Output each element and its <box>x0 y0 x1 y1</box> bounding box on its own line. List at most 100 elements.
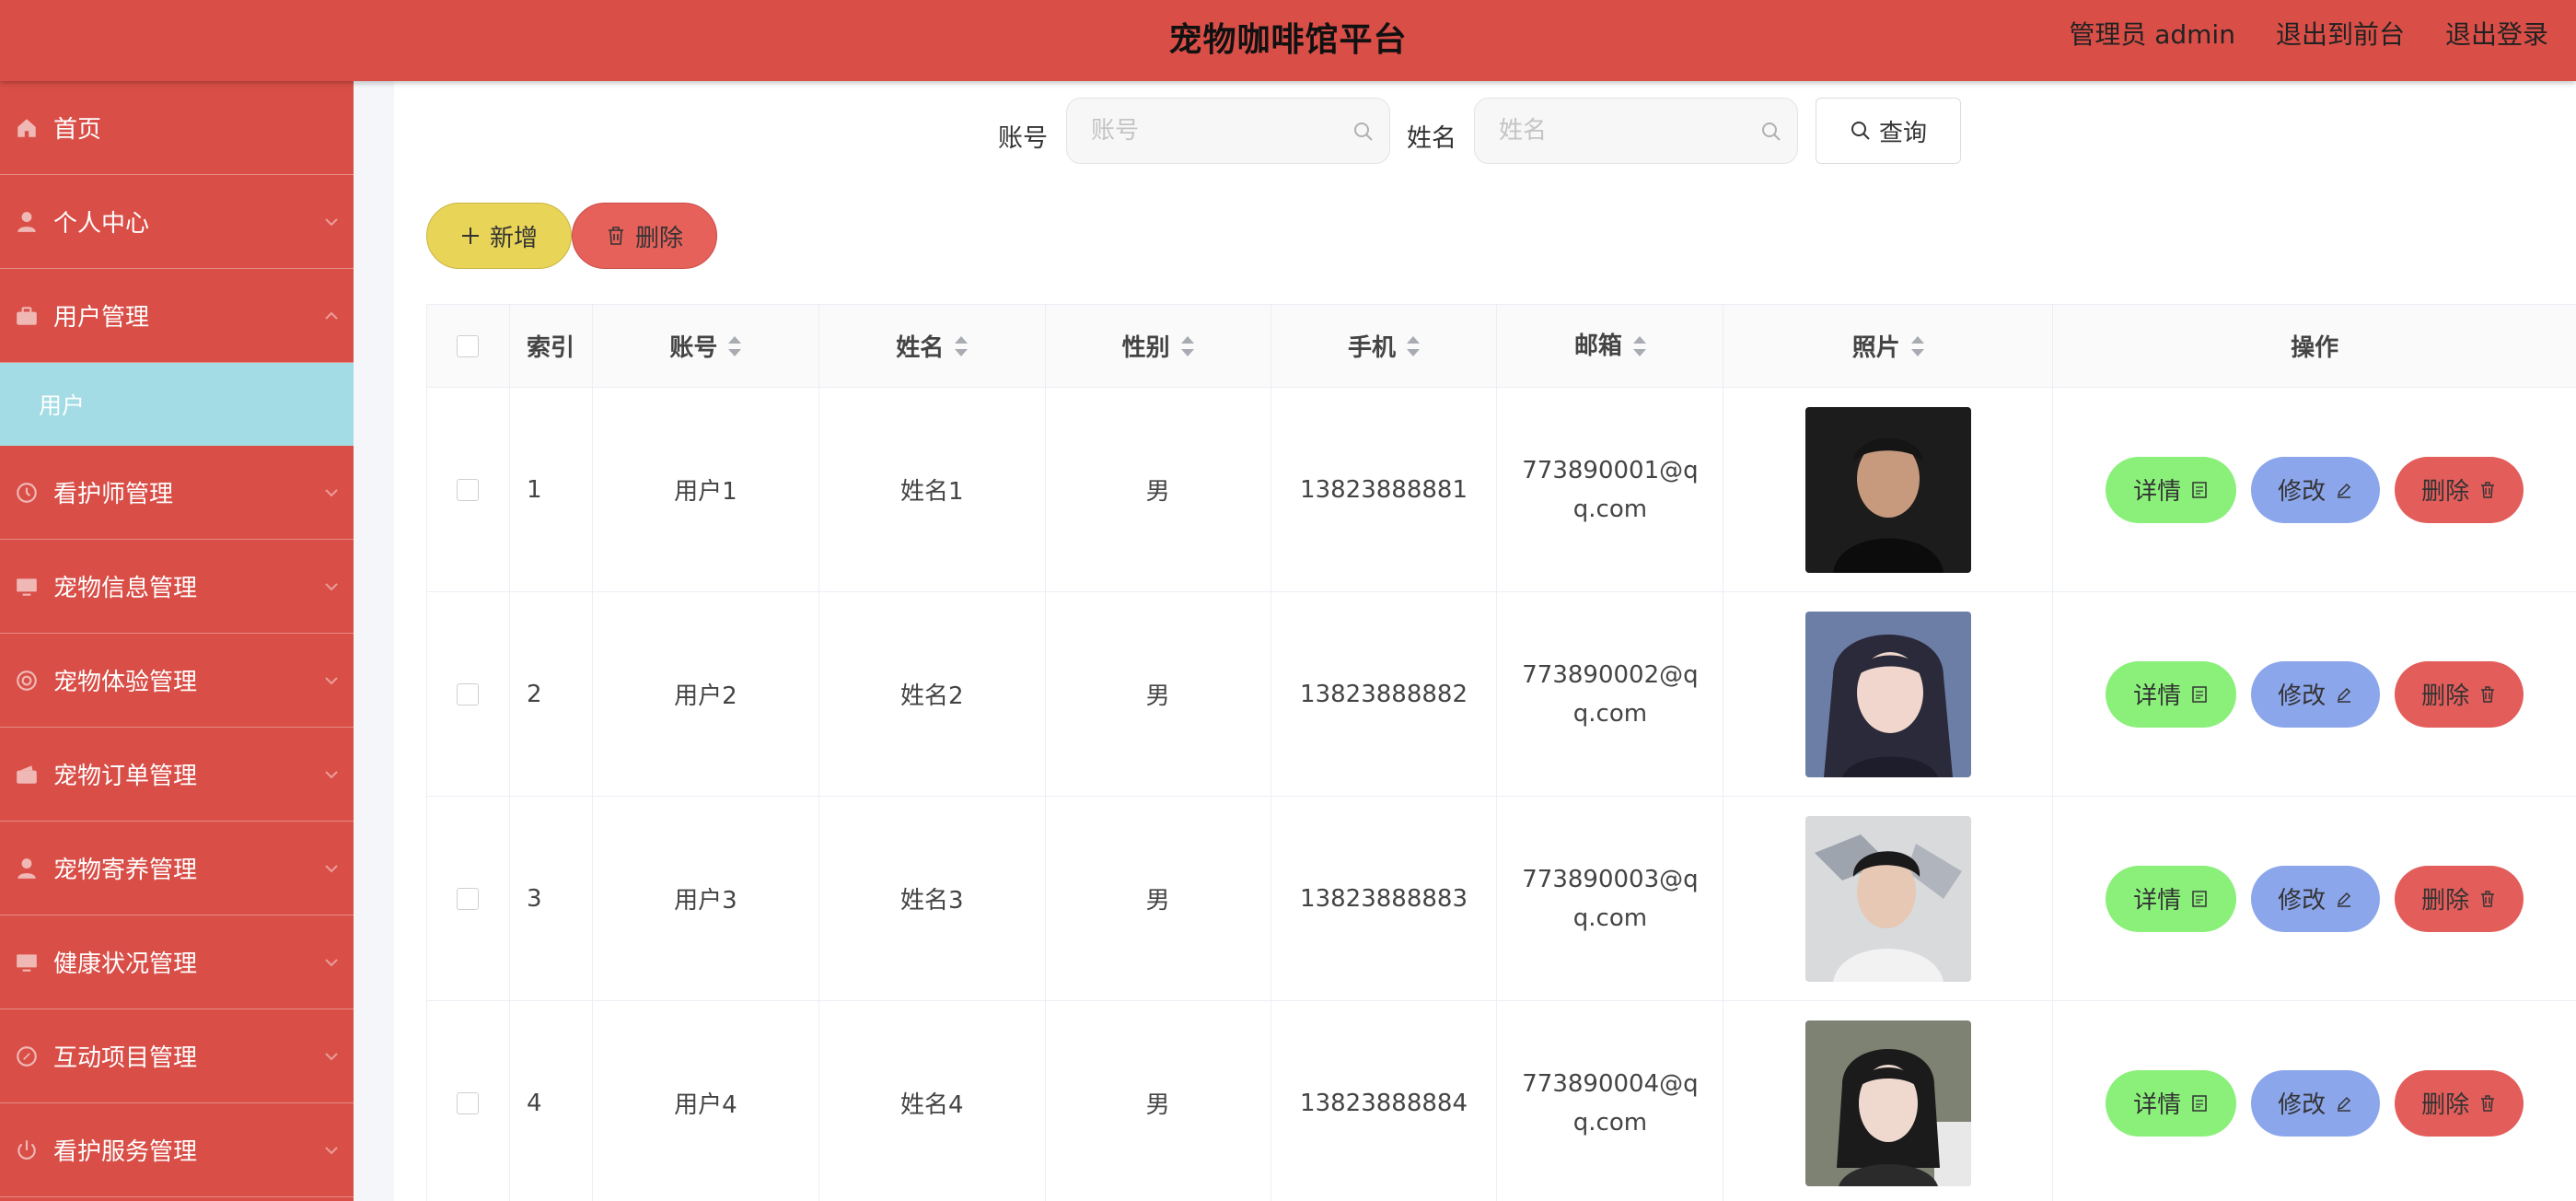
account-search-box <box>1066 98 1390 164</box>
edit-label: 修改 <box>2278 887 2327 915</box>
cell-index: 2 <box>510 592 593 796</box>
sidebar-subitem-users[interactable]: 用户 <box>0 363 354 446</box>
detail-button[interactable]: 详情 <box>2106 660 2237 728</box>
user-photo[interactable] <box>1804 611 1971 777</box>
row-checkbox[interactable] <box>457 887 480 910</box>
query-button-label: 查询 <box>1878 119 1927 147</box>
detail-button[interactable]: 详情 <box>2106 456 2237 523</box>
sidebar-item-caregiver-management[interactable]: 看护师管理 <box>0 446 354 540</box>
header-phone-label: 手机 <box>1348 334 1397 362</box>
header-photo[interactable]: 照片 <box>1723 305 2054 387</box>
account-label: 账号 <box>998 124 1048 153</box>
sidebar-item-personal-center[interactable]: 个人中心 <box>0 175 354 269</box>
detail-label: 详情 <box>2133 887 2182 915</box>
batch-delete-button[interactable]: 删除 <box>572 203 717 269</box>
cell-account: 用户1 <box>593 388 819 591</box>
edit-button[interactable]: 修改 <box>2251 456 2381 523</box>
detail-label: 详情 <box>2133 682 2182 710</box>
cell-phone: 13823888881 <box>1271 388 1498 591</box>
pencil-icon <box>2338 1096 2351 1112</box>
row-checkbox-cell <box>427 592 510 796</box>
sort-icon[interactable] <box>1180 335 1194 356</box>
sidebar-item-care-service-management[interactable]: 看护服务管理 <box>0 1103 354 1197</box>
account-input[interactable] <box>1067 99 1334 163</box>
chevron-down-icon <box>325 217 338 226</box>
sort-icon[interactable] <box>1632 335 1646 356</box>
user-photo[interactable] <box>1804 406 1971 573</box>
sidebar-item-pet-order-management[interactable]: 宠物订单管理 <box>0 728 354 822</box>
header-phone[interactable]: 手机 <box>1271 305 1498 387</box>
detail-label: 详情 <box>2133 478 2182 506</box>
row-checkbox-cell <box>427 388 510 591</box>
sidebar-item-user-management[interactable]: 用户管理 <box>0 269 354 363</box>
delete-button[interactable]: 删除 <box>2395 1069 2524 1137</box>
sort-icon[interactable] <box>1407 335 1421 356</box>
trash-icon <box>2481 890 2495 907</box>
edit-button[interactable]: 修改 <box>2251 660 2381 728</box>
table-row: 3 用户3 姓名3 男 13823888883 773890003@qq.com… <box>427 797 2576 1001</box>
header-name[interactable]: 姓名 <box>819 305 1046 387</box>
delete-button[interactable]: 删除 <box>2395 456 2524 523</box>
select-all-checkbox[interactable] <box>457 334 480 357</box>
sidebar-item-label: 宠物体验管理 <box>53 669 198 696</box>
search-icon <box>1762 122 1781 141</box>
batch-delete-button-label: 删除 <box>634 224 683 252</box>
user-icon <box>15 210 39 234</box>
logout-link[interactable]: 退出登录 <box>2445 15 2548 52</box>
sidebar-item-pet-experience-management[interactable]: 宠物体验管理 <box>0 634 354 728</box>
sidebar-item-pet-boarding-management[interactable]: 宠物寄养管理 <box>0 822 354 915</box>
edit-button[interactable]: 修改 <box>2251 865 2381 932</box>
cell-index: 3 <box>510 797 593 1000</box>
header-gender[interactable]: 性别 <box>1046 305 1271 387</box>
sidebar-item-pet-info-management[interactable]: 宠物信息管理 <box>0 540 354 634</box>
add-button[interactable]: 新增 <box>426 203 572 269</box>
row-checkbox[interactable] <box>457 682 480 705</box>
wallet-icon <box>15 763 39 787</box>
name-search-box <box>1474 98 1798 164</box>
header-email-label: 邮箱 <box>1573 332 1622 360</box>
header-email[interactable]: 邮箱 <box>1497 305 1724 387</box>
cell-name: 姓名2 <box>819 592 1046 796</box>
header-index: 索引 <box>510 305 593 387</box>
table-row: 2 用户2 姓名2 男 13823888882 773890002@qq.com… <box>427 592 2576 797</box>
trash-icon <box>608 227 623 245</box>
back-to-front-link[interactable]: 退出到前台 <box>2276 15 2405 52</box>
document-icon <box>2192 1094 2207 1112</box>
row-checkbox[interactable] <box>457 1091 480 1114</box>
top-links: 管理员 admin 退出到前台 退出登录 <box>2069 15 2548 52</box>
header-account[interactable]: 账号 <box>593 305 819 387</box>
user-photo[interactable] <box>1804 815 1971 982</box>
sort-icon[interactable] <box>955 335 969 356</box>
pencil-icon <box>2338 892 2351 907</box>
detail-button[interactable]: 详情 <box>2106 865 2237 932</box>
cell-email: 773890001@qq.com <box>1497 388 1724 591</box>
row-checkbox[interactable] <box>457 478 480 501</box>
cell-email: 773890002@qq.com <box>1497 592 1724 796</box>
compass-icon <box>15 1044 39 1068</box>
sidebar-item-interactive-project-management[interactable]: 互动项目管理 <box>0 1009 354 1103</box>
sidebar-item-label: 健康状况管理 <box>53 950 198 978</box>
header-operations: 操作 <box>2291 334 2339 362</box>
detail-button[interactable]: 详情 <box>2106 1069 2237 1137</box>
sort-icon[interactable] <box>1910 335 1924 356</box>
power-icon <box>15 1138 39 1162</box>
sort-icon[interactable] <box>728 335 742 356</box>
search-bar: 账号 姓名 查询 <box>394 98 2576 166</box>
delete-button[interactable]: 删除 <box>2395 865 2524 932</box>
sidebar-item-label: 宠物订单管理 <box>53 763 198 790</box>
delete-button[interactable]: 删除 <box>2395 660 2524 728</box>
sidebar-item-home[interactable]: 首页 <box>0 81 354 175</box>
home-icon <box>15 116 39 140</box>
cell-gender: 男 <box>1046 388 1271 591</box>
query-button[interactable]: 查询 <box>1816 98 1961 164</box>
trash-icon <box>2481 685 2495 703</box>
row-checkbox-cell <box>427 797 510 1000</box>
edit-button[interactable]: 修改 <box>2251 1069 2381 1137</box>
user-photo[interactable] <box>1804 1020 1971 1186</box>
sidebar-item-label: 首页 <box>53 116 102 144</box>
sidebar-item-health-status-management[interactable]: 健康状况管理 <box>0 915 354 1009</box>
name-input[interactable] <box>1475 99 1742 163</box>
cell-phone: 13823888883 <box>1271 797 1498 1000</box>
chevron-down-icon <box>325 582 338 590</box>
edit-label: 修改 <box>2278 478 2327 506</box>
